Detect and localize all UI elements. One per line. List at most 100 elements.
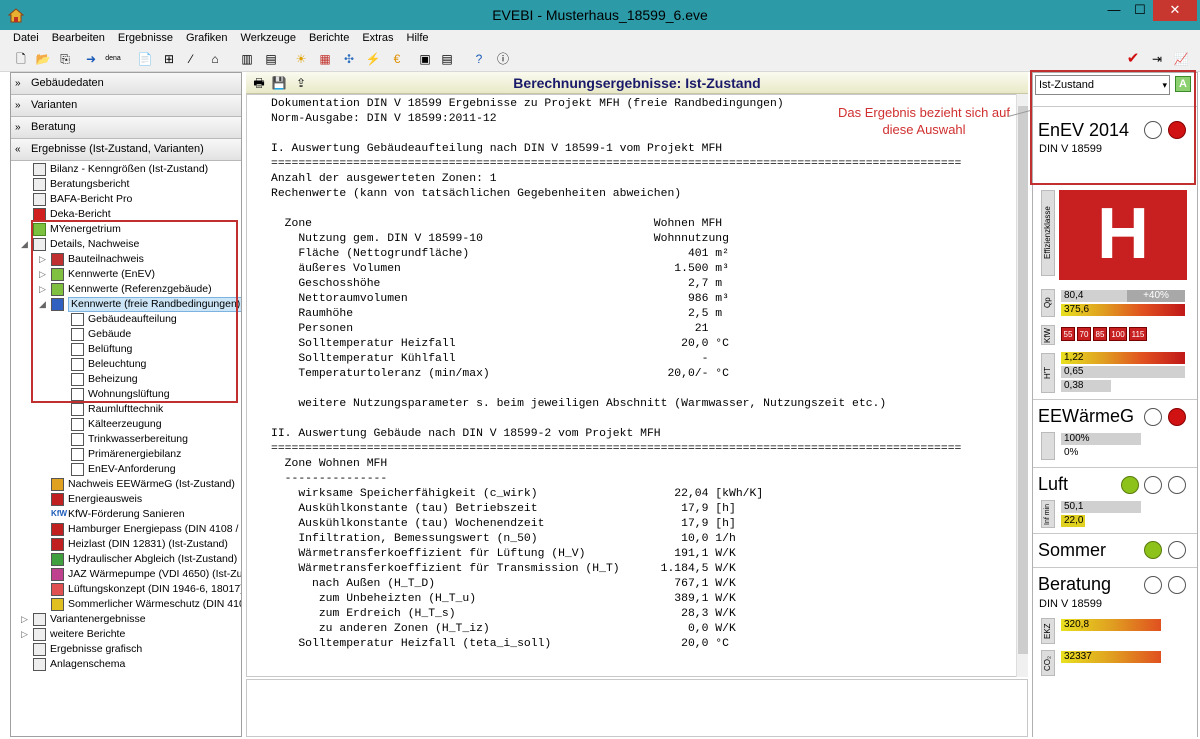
beratung-subtitle: DIN V 18599 <box>1039 598 1102 610</box>
status-light-green <box>1121 476 1139 494</box>
menu-extras[interactable]: Extras <box>356 30 400 46</box>
export-arrow-icon[interactable]: ⇥ <box>1148 50 1166 68</box>
hamburg-icon <box>51 523 64 536</box>
hydraulik-icon <box>51 553 64 566</box>
kfw-icon: KfW <box>51 508 67 521</box>
chart-icon <box>33 643 46 656</box>
new-file-icon[interactable]: 🗋 <box>12 50 30 68</box>
window-title: EVEBI - Musterhaus_18599_6.eve <box>492 7 708 23</box>
ht-section: H'T 1,22 0,65 0,38 <box>1033 351 1197 399</box>
open-folder-icon[interactable]: 📂 <box>34 50 52 68</box>
menu-hilfe[interactable]: Hilfe <box>401 30 436 46</box>
page-title: Berechnungsergebnisse: Ist-Zustand <box>513 75 761 91</box>
luft-title: Luft <box>1038 474 1069 494</box>
luft-bar-2: 22,0 <box>1061 515 1085 527</box>
ht-bar-1: 1,22 <box>1061 352 1185 364</box>
accordion-ergebnisse[interactable]: «Ergebnisse (Ist-Zustand, Varianten) <box>11 139 241 161</box>
menu-grafiken[interactable]: Grafiken <box>180 30 235 46</box>
folder-icon <box>33 613 46 626</box>
co2-bar: 32337 <box>1061 651 1161 663</box>
ekz-label: EKZ <box>1041 618 1055 644</box>
structure-icon[interactable]: ⊞ <box>160 50 178 68</box>
beratung-section: Beratung DIN V 18599 EKZ 320,8 CO₂ 32337 <box>1033 567 1197 737</box>
jaz-icon <box>51 568 64 581</box>
chart-icon[interactable]: 📈 <box>1172 50 1190 68</box>
page-icon <box>71 403 84 416</box>
expand-triangle-icon[interactable]: ▷ <box>21 627 28 642</box>
status-light-off <box>1144 408 1162 426</box>
report-icon[interactable]: ▤ <box>438 50 456 68</box>
kfw-level: 115 <box>1129 327 1147 341</box>
house-icon[interactable]: ⌂ <box>206 50 224 68</box>
wall-icon[interactable]: ▥ <box>238 50 256 68</box>
expand-triangle-icon[interactable]: ▷ <box>21 612 28 627</box>
ekz-bar: 320,8 <box>1061 619 1161 631</box>
accordion-varianten[interactable]: » Varianten <box>11 95 241 117</box>
qp-section: Qp 80,4 +40% 375,6 <box>1033 287 1197 323</box>
calculator-icon[interactable]: ▣ <box>416 50 434 68</box>
menu-berichte[interactable]: Berichte <box>303 30 356 46</box>
eewaermeg-title: EEWärmeG <box>1038 406 1135 426</box>
fan-icon[interactable]: ✣ <box>340 50 358 68</box>
kfw-section: KfW 55 70 85 100 115 <box>1033 323 1197 351</box>
menu-ergebnisse[interactable]: Ergebnisse <box>112 30 180 46</box>
eewaermeg-bar-2: 0% <box>1061 447 1141 459</box>
report-icon <box>33 178 46 191</box>
accordion-gebaeudedaten[interactable]: » Gebäudedaten <box>11 73 241 95</box>
dena-icon[interactable]: dena <box>104 50 122 68</box>
results-document: Dokumentation DIN V 18599 Ergebnisse zu … <box>246 94 1028 677</box>
inf-min-label: Inf min <box>1041 500 1055 528</box>
accordion-beratung[interactable]: » Beratung <box>11 117 241 139</box>
document-icon[interactable]: 📄 <box>136 50 154 68</box>
toolbar: 🗋 📂 ⎘ ➜ dena 📄 ⊞ ⁄ ⌂ ▥ ▤ ☀ ▦ ✣ ⚡ € ▣ ▤ ?… <box>0 46 1200 72</box>
forward-arrow-icon[interactable]: ➜ <box>82 50 100 68</box>
menu-bearbeiten[interactable]: Bearbeiten <box>46 30 112 46</box>
scrollbar-thumb[interactable] <box>1018 106 1028 654</box>
luft-bar-1: 50,1 <box>1061 501 1141 513</box>
annotation-callout: Das Ergebnis bezieht sich auf diese Ausw… <box>838 105 1010 137</box>
efficiency-class-badge: H <box>1059 190 1187 280</box>
sun-icon[interactable]: ☀ <box>292 50 310 68</box>
results-header: 🖶 💾 ⇪ Berechnungsergebnisse: Ist-Zustand <box>246 72 1028 94</box>
radiator-icon[interactable]: ▦ <box>316 50 334 68</box>
pen-icon[interactable]: ⁄ <box>182 50 200 68</box>
menu-datei[interactable]: Datei <box>0 30 46 46</box>
euro-icon[interactable]: € <box>388 50 406 68</box>
vertical-scrollbar[interactable] <box>1016 94 1028 677</box>
highlight-box <box>1030 70 1196 185</box>
checkmark-icon[interactable]: ✔ <box>1124 50 1142 68</box>
kfw-level: 70 <box>1077 327 1091 341</box>
status-light-off <box>1168 541 1186 559</box>
folder-icon <box>33 628 46 641</box>
layers-icon[interactable]: ▤ <box>262 50 280 68</box>
collapse-triangle-icon[interactable]: ◢ <box>21 237 28 252</box>
copy-icon[interactable]: ⎘ <box>56 50 74 68</box>
co2-label: CO₂ <box>1041 650 1055 676</box>
info-icon[interactable]: ⓘ <box>494 50 512 68</box>
effizienz-section: Effizienzklasse H <box>1033 188 1197 294</box>
table-icon <box>33 163 46 176</box>
qp-bar-2: 375,6 <box>1061 304 1185 316</box>
qp-bar-1: 80,4 +40% <box>1061 290 1185 302</box>
help-icon[interactable]: ? <box>470 50 488 68</box>
menu-werkzeuge[interactable]: Werkzeuge <box>235 30 303 46</box>
title-bar: EVEBI - Musterhaus_18599_6.eve — ☐ ✕ <box>0 0 1200 30</box>
document-text: Dokumentation DIN V 18599 Ergebnisse zu … <box>271 98 962 650</box>
page-icon <box>71 418 84 431</box>
lueftung-icon <box>51 583 64 596</box>
qp-label: Qp <box>1041 289 1055 317</box>
kfw-level: 85 <box>1093 327 1107 341</box>
status-light-off <box>1168 576 1186 594</box>
bottom-panel <box>246 679 1028 737</box>
eewaermeg-bar-1: 100% <box>1061 433 1141 445</box>
luft-section: Luft Inf min 50,1 22,0 <box>1033 467 1197 533</box>
collapse-icon: « <box>15 144 21 155</box>
status-light-green <box>1144 541 1162 559</box>
sommer-icon <box>51 598 64 611</box>
power-icon[interactable]: ⚡ <box>364 50 382 68</box>
close-button[interactable]: ✕ <box>1153 0 1197 21</box>
minimize-button[interactable]: — <box>1101 0 1127 21</box>
eewaermeg-icon <box>51 478 64 491</box>
maximize-button[interactable]: ☐ <box>1127 0 1153 21</box>
sommer-title: Sommer <box>1038 540 1107 560</box>
